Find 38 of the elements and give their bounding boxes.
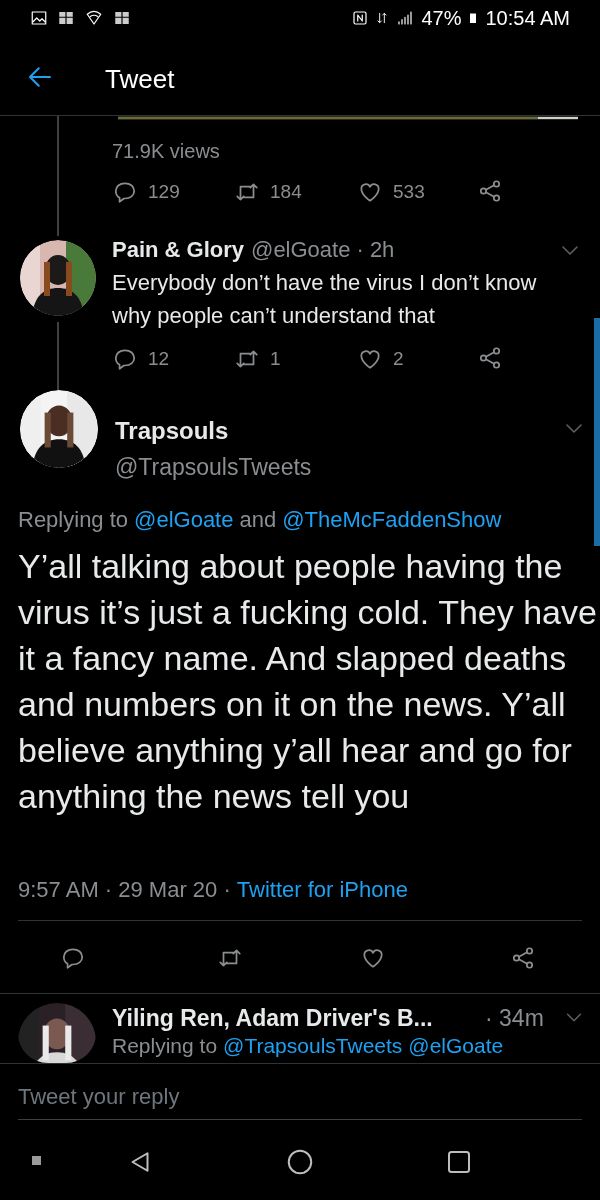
home-icon[interactable] [285,1147,315,1177]
mention-link[interactable]: @TrapsoulsTweets [223,1034,403,1057]
shield-icon [84,9,104,27]
image-icon [30,9,48,27]
author-name: Pain & Glory [112,237,245,262]
page-title: Tweet [105,63,175,96]
author-handle: @elGoate [251,237,351,262]
app-icon [56,9,76,27]
nfc-icon [351,9,370,27]
source-link[interactable]: Twitter for iPhone [236,877,408,902]
share-icon[interactable] [510,945,536,971]
app-icon [112,9,132,27]
count: 129 [148,180,180,204]
author-handle: @TrapsoulsTweets [115,453,312,482]
count: 1 [270,347,281,371]
count: 184 [270,180,302,204]
mention-link[interactable]: @elGoate [134,507,234,532]
count: 2 [393,347,404,371]
share-icon[interactable] [477,345,503,371]
timestamp: · 2h [356,237,395,262]
mention-link[interactable]: @TheMcFaddenShow [282,507,502,532]
joiner-text: and [239,507,277,532]
replying-label: Replying to [112,1034,218,1057]
replying-label: Replying to [18,507,129,532]
battery-percent: 47% [421,6,462,31]
author-name: Trapsouls [115,416,229,446]
view-count: 71.9K views [112,139,220,164]
count: 533 [393,180,425,204]
mention-link[interactable]: @elGoate [408,1034,504,1057]
timestamp: 9:57 AM · 29 Mar 20 · [18,877,231,902]
share-icon[interactable] [477,178,503,204]
tweet-text: Y’all talking about people having the virus it’s just a fucking cold. They have it a fancy name. And slapped deaths and numbers on it on the news. Y’all believe anything y’all hear and go for anything the news tell you [18,546,598,817]
author-name: Yiling Ren, Adam Driver's B... [112,1004,433,1033]
count: 12 [148,347,170,371]
clock: 10:54 AM [485,6,570,31]
reply-field[interactable]: Tweet your reply [18,1074,582,1120]
timestamp: · 34m [485,1004,544,1033]
tweet-text: Everybody don’t have the virus I don’t know why people can’t understand that [112,269,538,330]
